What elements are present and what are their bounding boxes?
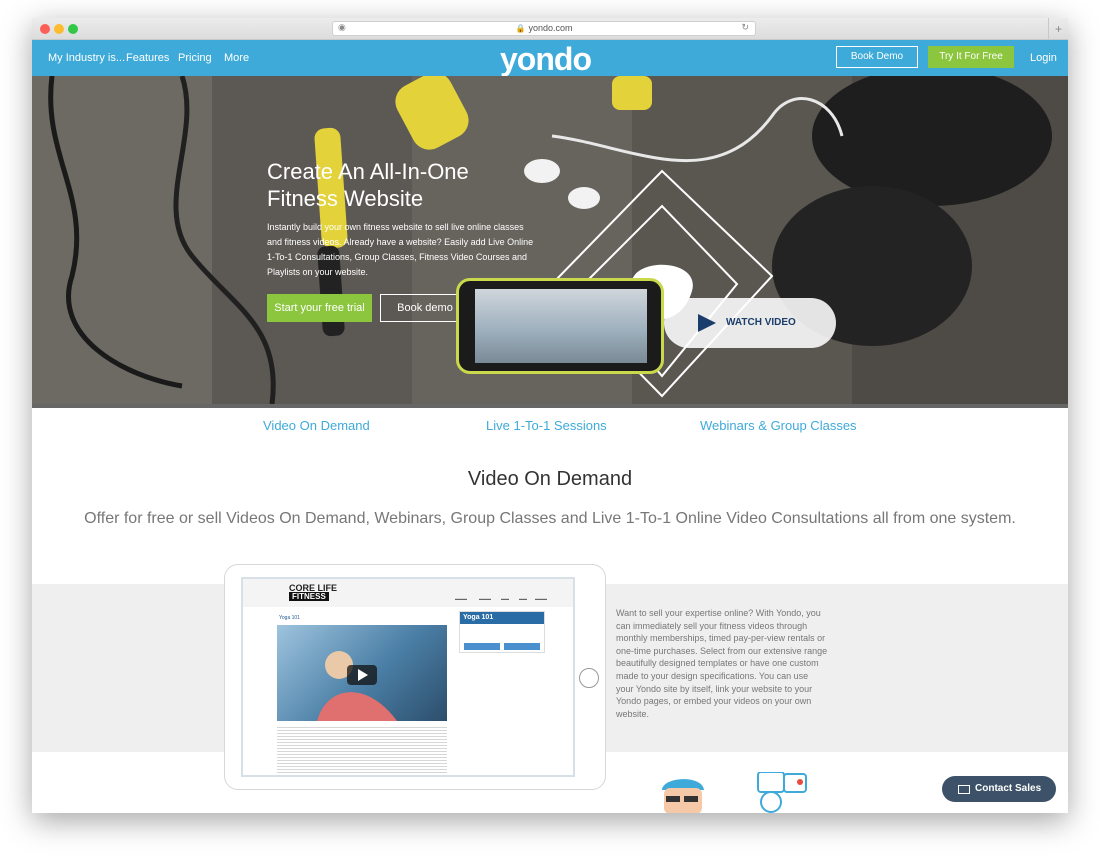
- phone-mockup: [456, 278, 664, 374]
- hero-bottom-border: [32, 404, 1068, 408]
- feature-description: Want to sell your expertise online? With…: [616, 608, 828, 719]
- tablet-rent-button: [464, 643, 500, 650]
- tab-live-sessions[interactable]: Live 1-To-1 Sessions: [486, 418, 607, 433]
- tablet-menu-item: ▬▬▬: [535, 596, 547, 601]
- browser-toolbar: ◉ 🔒 yondo.com ↻ +: [32, 18, 1068, 40]
- contact-sales-label: Contact Sales: [975, 783, 1042, 794]
- contact-sales-button[interactable]: Contact Sales: [942, 776, 1056, 802]
- watch-video-label: WATCH VIDEO: [726, 317, 796, 328]
- tablet-mockup: CORE LIFE FITNESS ▬▬▬ ▬▬▬ ▬▬ ▬▬ ▬▬▬ Yoga…: [224, 564, 606, 790]
- tablet-card-text: [277, 725, 447, 775]
- site-nav: My Industry is... Features Pricing More …: [32, 40, 1068, 78]
- section-subtitle: Offer for free or sell Videos On Demand,…: [84, 510, 1016, 527]
- hero-title-line1: Create An All-In-One: [267, 159, 469, 184]
- phone-video-screen: [475, 289, 647, 363]
- nav-pricing[interactable]: Pricing: [178, 52, 212, 64]
- tablet-subscribe-button: [504, 643, 540, 650]
- tab-video-on-demand[interactable]: Video On Demand: [263, 418, 370, 433]
- hero-title-line2: Fitness Website: [267, 186, 424, 211]
- tablet-card-title: Yoga 101: [279, 615, 300, 621]
- url-text: 🔒 yondo.com: [333, 23, 755, 33]
- nav-features[interactable]: Features: [126, 52, 169, 64]
- hero-section: Create An All-In-One Fitness Website Ins…: [32, 76, 1068, 404]
- close-window-icon[interactable]: [40, 24, 50, 34]
- login-link[interactable]: Login: [1030, 52, 1057, 64]
- tablet-home-button: [579, 668, 599, 688]
- minimize-window-icon[interactable]: [54, 24, 64, 34]
- tablet-menu-item: ▬▬: [519, 596, 527, 601]
- tablet-panel-title: Yoga 101: [460, 612, 544, 624]
- watch-video-button[interactable]: WATCH VIDEO: [664, 298, 836, 348]
- tablet-screen: CORE LIFE FITNESS ▬▬▬ ▬▬▬ ▬▬ ▬▬ ▬▬▬ Yoga…: [241, 577, 575, 777]
- url-value: yondo.com: [528, 23, 573, 33]
- tablet-menu-item: ▬▬▬: [479, 596, 491, 601]
- tablet-purchase-panel: Yoga 101: [459, 611, 545, 653]
- section-title: Video On Demand: [467, 468, 633, 490]
- reload-icon[interactable]: ↻: [741, 22, 749, 33]
- book-demo-button[interactable]: Book Demo: [836, 46, 918, 68]
- tablet-menu-item: ▬▬▬: [455, 596, 467, 601]
- tab-webinars[interactable]: Webinars & Group Classes: [700, 418, 857, 433]
- try-free-button[interactable]: Try It For Free: [928, 46, 1014, 68]
- browser-window: ◉ 🔒 yondo.com ↻ + My Industry is... Featu…: [32, 18, 1068, 813]
- nav-industry[interactable]: My Industry is...: [48, 52, 125, 64]
- camera-illustration: [757, 772, 807, 813]
- tablet-video-thumbnail: [277, 625, 447, 721]
- maximize-window-icon[interactable]: [68, 24, 78, 34]
- tablet-video-play-icon: [317, 651, 397, 721]
- nav-more[interactable]: More: [224, 52, 249, 64]
- play-icon: [698, 314, 716, 332]
- yondo-logo[interactable]: yondo: [500, 41, 592, 78]
- tablet-video-card: Yoga 101: [273, 611, 453, 775]
- tablet-menu-item: ▬▬: [501, 596, 509, 601]
- tablet-logo-bottom: FITNESS: [289, 592, 329, 601]
- mascot-illustration: [662, 779, 704, 813]
- tablet-site-header: CORE LIFE FITNESS ▬▬▬ ▬▬▬ ▬▬ ▬▬ ▬▬▬: [243, 579, 573, 607]
- envelope-icon: [958, 785, 970, 794]
- address-bar[interactable]: ◉ 🔒 yondo.com ↻: [332, 21, 756, 36]
- new-tab-button[interactable]: +: [1048, 18, 1068, 40]
- start-trial-button[interactable]: Start your free trial: [267, 294, 372, 322]
- hero-description: Instantly build your own fitness website…: [267, 222, 534, 277]
- hero-title: Create An All-In-One Fitness Website: [267, 158, 469, 212]
- lock-icon: 🔒: [515, 24, 526, 33]
